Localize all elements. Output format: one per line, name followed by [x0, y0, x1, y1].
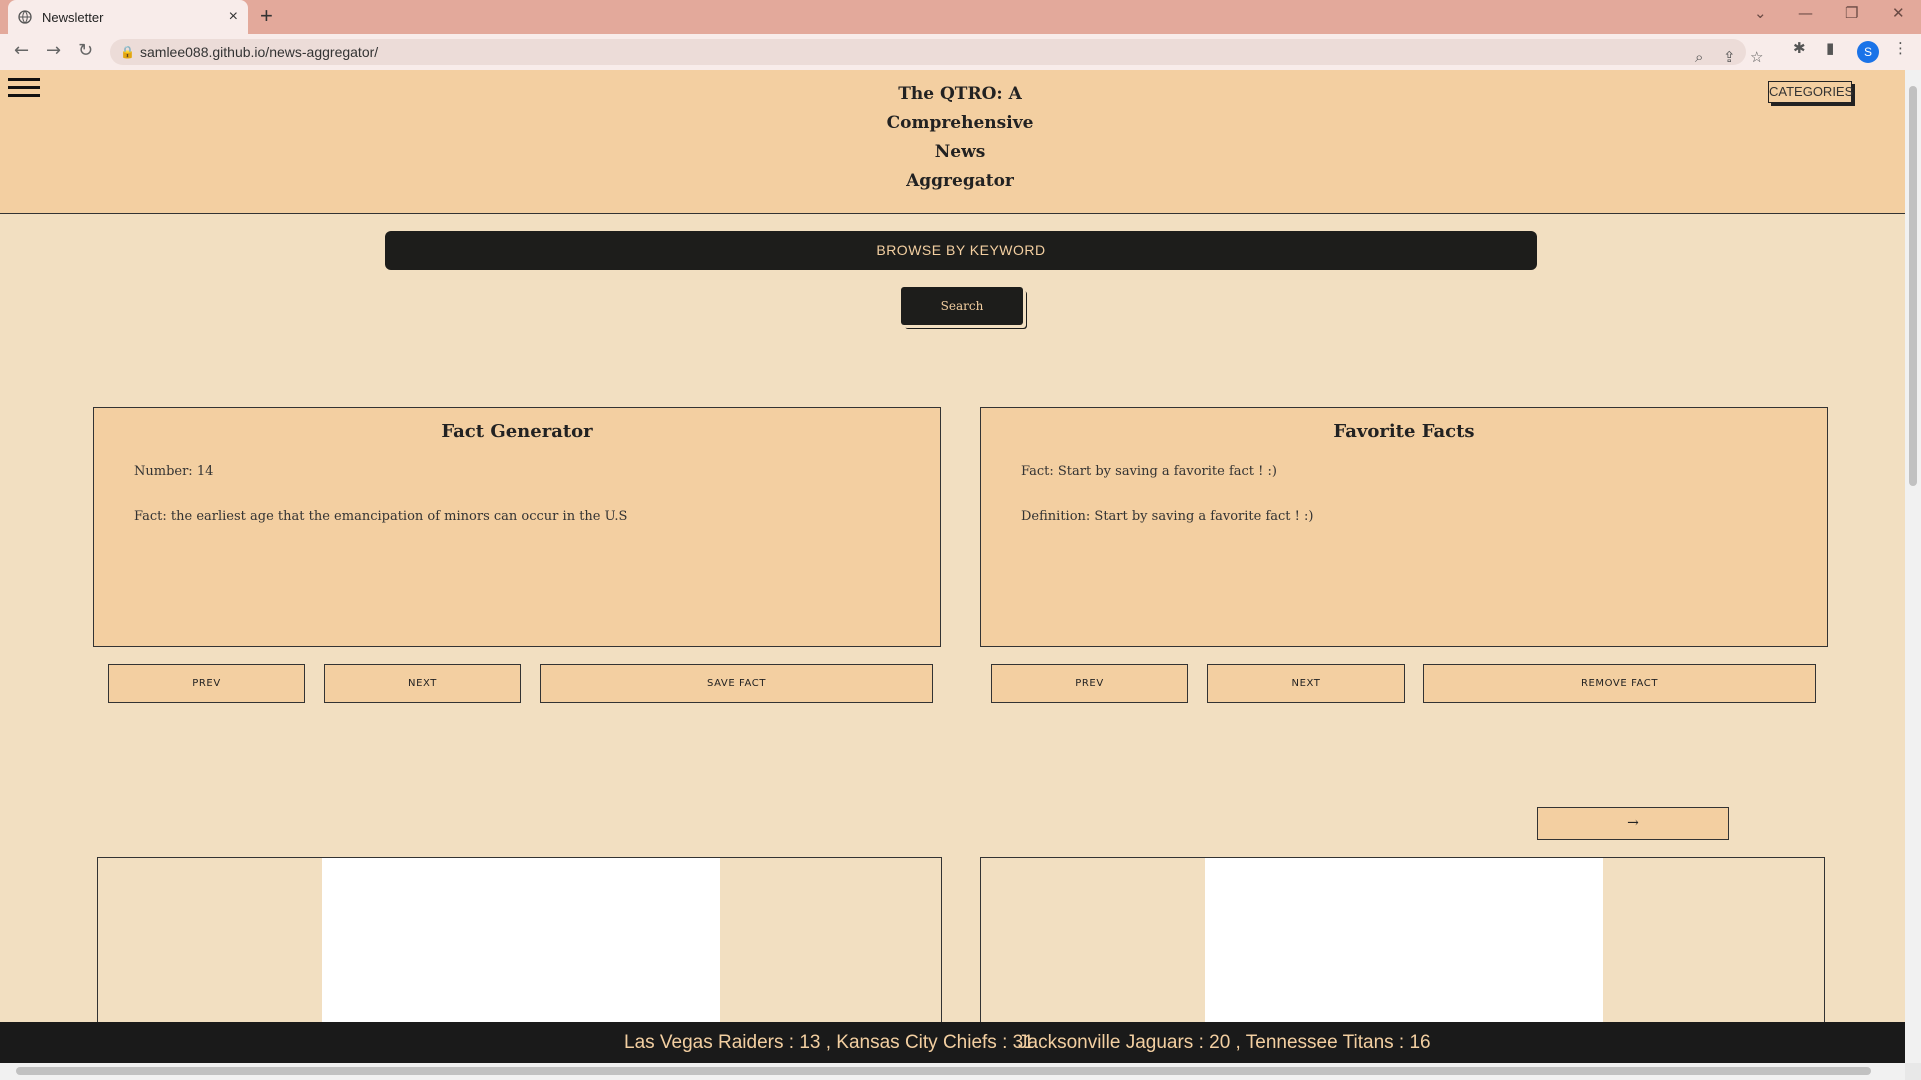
url-text: samlee088.github.io/news-aggregator/: [140, 44, 379, 60]
reload-icon[interactable]: ↻: [78, 40, 93, 61]
tab-close-icon[interactable]: ×: [229, 8, 238, 26]
favorite-fact-definition: Definition: Start by saving a favorite f…: [1021, 509, 1314, 524]
categories-button[interactable]: CATEGORIES: [1768, 81, 1853, 103]
menu-kebab-icon[interactable]: ⋮: [1893, 39, 1908, 57]
forward-icon[interactable]: →: [46, 40, 61, 61]
browser-tab[interactable]: Newsletter ×: [8, 0, 248, 34]
lock-icon: 🔒: [120, 45, 135, 59]
site-title: The QTRO: A Comprehensive News Aggregato…: [880, 80, 1040, 196]
favorite-facts-panel: Favorite Facts Fact: Start by saving a f…: [980, 407, 1828, 647]
save-fact-button[interactable]: SAVE FACT: [540, 664, 933, 703]
news-card[interactable]: [980, 857, 1825, 1023]
site-title-line: Aggregator: [906, 171, 1014, 191]
score-ticker: Las Vegas Raiders : 13 , Kansas City Chi…: [0, 1022, 1905, 1063]
favorite-facts-heading: Favorite Facts: [1333, 421, 1475, 442]
vertical-scrollbar[interactable]: [1905, 70, 1921, 1063]
fact-number: Number: 14: [134, 464, 214, 479]
share-icon[interactable]: ⇪: [1723, 44, 1736, 70]
remove-fact-button[interactable]: REMOVE FACT: [1423, 664, 1816, 703]
zoom-icon[interactable]: ⌕: [1695, 44, 1703, 70]
site-title-line: Comprehensive: [886, 113, 1034, 133]
fact-generator-panel: Fact Generator Number: 14 Fact: the earl…: [93, 407, 941, 647]
ticker-item: Jacksonville Jaguars : 20 , Tennessee Ti…: [1018, 1032, 1431, 1053]
fact-next-button[interactable]: NEXT: [324, 664, 521, 703]
horizontal-scrollbar[interactable]: [0, 1063, 1905, 1080]
tab-strip: Newsletter × + ⌄ — ❐ ✕: [0, 0, 1921, 34]
profile-avatar[interactable]: S: [1857, 41, 1879, 63]
favorite-prev-button[interactable]: PREV: [991, 664, 1188, 703]
ticker-item: Las Vegas Raiders : 13 , Kansas City Chi…: [624, 1032, 1034, 1053]
search-button[interactable]: Search: [901, 287, 1023, 325]
extensions-icon[interactable]: ✱: [1793, 39, 1806, 57]
news-card-image: [1205, 858, 1603, 1023]
next-arrow-button[interactable]: →: [1537, 807, 1729, 840]
browser-toolbar: ← → ↻ 🔒 samlee088.github.io/news-aggrega…: [0, 34, 1921, 70]
news-card-image: [322, 858, 720, 1023]
favorite-fact-text: Fact: Start by saving a favorite fact ! …: [1021, 464, 1277, 479]
globe-icon: [18, 10, 32, 24]
horizontal-scroll-thumb[interactable]: [16, 1067, 1871, 1075]
site-title-line: The QTRO: A: [898, 84, 1022, 104]
favorite-next-button[interactable]: NEXT: [1207, 664, 1405, 703]
tab-search-icon[interactable]: ⌄: [1754, 4, 1767, 22]
scrollbar-corner: [1905, 1063, 1921, 1080]
fact-generator-heading: Fact Generator: [441, 421, 593, 442]
browser-chrome: Newsletter × + ⌄ — ❐ ✕ ← → ↻ 🔒 samlee088…: [0, 0, 1921, 70]
new-tab-button[interactable]: +: [260, 3, 273, 29]
back-icon[interactable]: ←: [14, 40, 29, 61]
bookmark-star-icon[interactable]: ☆: [1750, 44, 1763, 70]
address-bar[interactable]: 🔒 samlee088.github.io/news-aggregator/ ⌕…: [110, 39, 1763, 66]
browse-by-keyword-input[interactable]: BROWSE BY KEYWORD: [385, 231, 1537, 270]
fact-text: Fact: the earliest age that the emancipa…: [134, 509, 628, 524]
minimize-icon[interactable]: —: [1798, 4, 1813, 22]
fact-prev-button[interactable]: PREV: [108, 664, 305, 703]
site-title-line: News: [934, 142, 986, 162]
vertical-scroll-thumb[interactable]: [1909, 86, 1917, 486]
restore-icon[interactable]: ❐: [1845, 4, 1858, 22]
news-card[interactable]: [97, 857, 942, 1023]
window-close-icon[interactable]: ✕: [1892, 4, 1905, 22]
tab-title: Newsletter: [42, 9, 104, 25]
side-panel-icon[interactable]: ▮: [1826, 39, 1834, 57]
hamburger-menu-icon[interactable]: [8, 78, 40, 100]
